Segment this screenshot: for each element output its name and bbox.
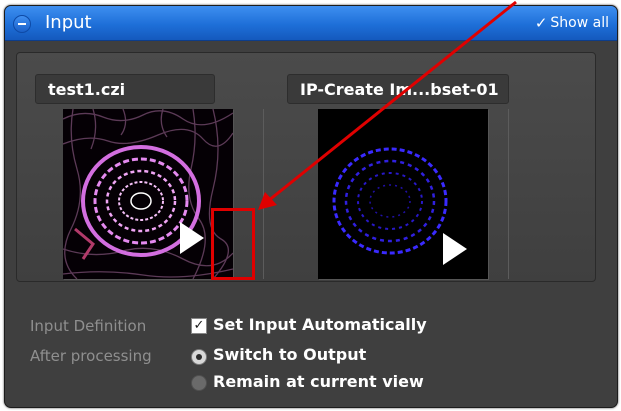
set-input-automatically-checkbox[interactable]: ✓	[191, 318, 207, 334]
play-icon[interactable]	[180, 222, 204, 254]
input-thumbnail-1[interactable]	[62, 108, 234, 280]
collapse-icon[interactable]	[13, 15, 31, 33]
show-all-label: Show all	[550, 15, 609, 31]
thumbnail-divider-2	[508, 109, 509, 279]
play-icon[interactable]	[443, 233, 467, 265]
set-input-automatically-label[interactable]: Set Input Automatically	[213, 315, 427, 335]
panel-header: Input ✓ Show all	[5, 6, 617, 41]
show-all-toggle[interactable]: ✓ Show all	[535, 14, 609, 32]
thumbnail-divider-1	[263, 109, 264, 279]
input-thumbnail-2[interactable]	[318, 109, 488, 279]
input-label-text-1: test1.czi	[48, 80, 126, 99]
input-label-text-2: IP-Create Im...bset-01	[300, 80, 499, 99]
panel-title: Input	[45, 12, 92, 33]
highlight-box	[211, 208, 255, 280]
remain-at-current-view-label[interactable]: Remain at current view	[213, 372, 424, 392]
input-images-area: test1.czi IP-Create Im...bset-01	[16, 52, 596, 282]
input-label-1: test1.czi	[35, 74, 215, 104]
checkmark-icon: ✓	[534, 14, 548, 32]
tissue-image-1	[62, 108, 234, 280]
switch-to-output-radio[interactable]	[191, 349, 207, 365]
input-definition-label: Input Definition	[30, 317, 147, 335]
switch-to-output-label[interactable]: Switch to Output	[213, 345, 366, 365]
remain-at-current-view-radio[interactable]	[191, 375, 207, 391]
checkmark-icon: ✓	[193, 318, 205, 333]
after-processing-label: After processing	[30, 347, 152, 365]
input-label-2: IP-Create Im...bset-01	[287, 74, 509, 104]
